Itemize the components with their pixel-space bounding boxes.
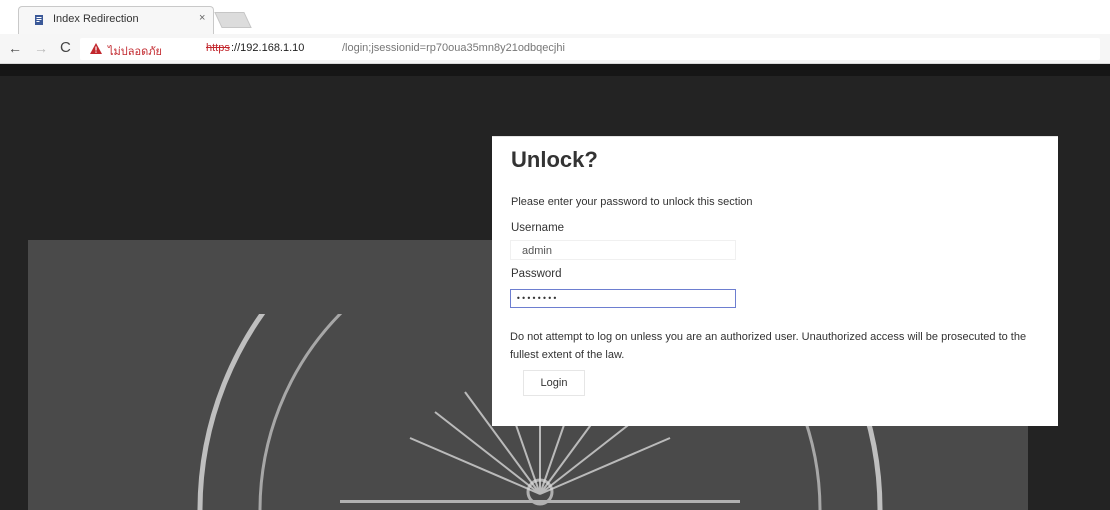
dialog-title: Unlock? <box>511 147 598 172</box>
tab-strip: Index Redirection × <box>0 0 1110 34</box>
url-scheme: https <box>206 42 230 54</box>
login-button[interactable]: Login <box>523 370 585 396</box>
browser-window: Index Redirection × ← → C ไม่ปลอดภัย htt… <box>0 0 1110 510</box>
address-bar[interactable]: ไม่ปลอดภัย https ://192.168.1.10 /login;… <box>80 38 1100 60</box>
forward-arrow-icon[interactable]: → <box>34 41 48 55</box>
url-path: /login;jsessionid=rp70oua35mn8y21odbqecj… <box>342 42 565 54</box>
tab-index-redirection[interactable]: Index Redirection × <box>18 6 214 34</box>
address-toolbar: ← → C ไม่ปลอดภัย https ://192.168.1.10 /… <box>0 34 1110 64</box>
page-header-band <box>0 64 1110 76</box>
dialog-instruction: Please enter your password to unlock thi… <box>511 196 753 208</box>
unlock-dialog: Unlock? Please enter your password to un… <box>492 136 1058 426</box>
password-label: Password <box>511 268 562 280</box>
new-tab-button[interactable] <box>214 12 252 28</box>
security-status-label[interactable]: ไม่ปลอดภัย <box>108 42 162 60</box>
reload-icon[interactable]: C <box>60 40 71 55</box>
close-icon[interactable]: × <box>199 13 205 24</box>
url-host: ://192.168.1.10 <box>231 42 305 54</box>
password-field[interactable]: •••••••• <box>510 289 736 308</box>
back-arrow-icon[interactable]: ← <box>8 41 22 55</box>
legal-warning: Do not attempt to log on unless you are … <box>510 331 1027 361</box>
tab-title: Index Redirection <box>53 13 139 25</box>
document-icon <box>35 15 43 25</box>
page-content: Unlock? Please enter your password to un… <box>0 64 1110 510</box>
username-field[interactable] <box>510 240 736 260</box>
username-label: Username <box>511 222 565 234</box>
warning-triangle-icon <box>90 43 102 54</box>
